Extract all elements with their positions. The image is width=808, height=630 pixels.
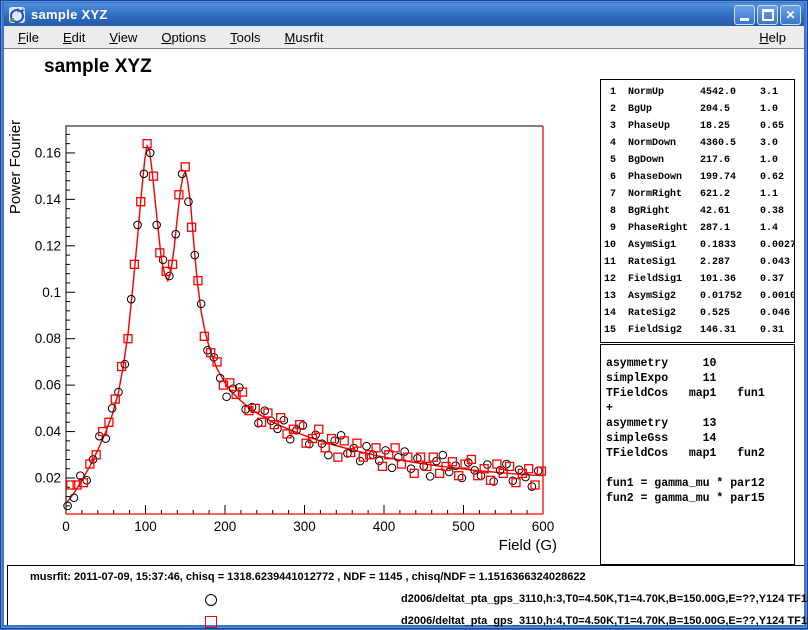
svg-text:0.08: 0.08 bbox=[35, 331, 61, 346]
menu-item-edit[interactable]: Edit bbox=[53, 28, 95, 47]
svg-text:0.1: 0.1 bbox=[42, 285, 61, 300]
svg-text:100: 100 bbox=[134, 519, 157, 534]
legend-marker-circle-icon bbox=[205, 594, 217, 606]
close-icon: ✕ bbox=[785, 9, 795, 21]
svg-text:0.06: 0.06 bbox=[35, 378, 61, 393]
minimize-button[interactable] bbox=[734, 5, 755, 25]
root-logo-leaf bbox=[10, 18, 14, 22]
svg-text:200: 200 bbox=[214, 519, 237, 534]
legend-label-h3: d2006/deltat_pta_gps_3110,h:3,T0=4.50K,T… bbox=[401, 593, 808, 605]
svg-text:0.16: 0.16 bbox=[35, 145, 61, 160]
fit-parameters-text: 1 NormUp 4542.0 3.1 2 BgUp 204.5 1.0 3 P… bbox=[604, 84, 794, 339]
theory-text: asymmetry 10 simplExpo 11 TFieldCos map1… bbox=[606, 356, 794, 506]
svg-text:0.04: 0.04 bbox=[35, 424, 62, 439]
svg-text:Power Fourier: Power Fourier bbox=[7, 120, 24, 214]
legend-label-h4: d2006/deltat_pta_gps_3110,h:4,T0=4.50K,T… bbox=[401, 615, 808, 627]
svg-text:0: 0 bbox=[62, 519, 70, 534]
fit-parameters-box: 1 NormUp 4542.0 3.1 2 BgUp 204.5 1.0 3 P… bbox=[600, 79, 795, 343]
window-controls: ✕ bbox=[734, 5, 801, 25]
status-legend-box: musrfit: 2011-07-09, 15:37:46, chisq = 1… bbox=[7, 565, 804, 625]
svg-text:500: 500 bbox=[452, 519, 475, 534]
svg-text:600: 600 bbox=[532, 519, 555, 534]
svg-text:400: 400 bbox=[373, 519, 396, 534]
close-button[interactable]: ✕ bbox=[780, 5, 801, 25]
musrfit-status: musrfit: 2011-07-09, 15:37:46, chisq = 1… bbox=[30, 571, 586, 583]
legend-marker-square-icon bbox=[205, 616, 217, 628]
window-title: sample XYZ bbox=[31, 7, 734, 22]
titlebar[interactable]: ++ sample XYZ ✕ bbox=[4, 3, 804, 26]
menu-item-view[interactable]: View bbox=[99, 28, 147, 47]
menu-item-help[interactable]: Help bbox=[749, 28, 796, 47]
legend-row: d2006/deltat_pta_gps_3110,h:4,T0=4.50K,T… bbox=[8, 614, 804, 630]
menubar: File Edit View Options Tools Musrfit Hel… bbox=[4, 26, 804, 49]
svg-text:300: 300 bbox=[293, 519, 316, 534]
app-window: ++ sample XYZ ✕ File Edit View Options T… bbox=[0, 0, 808, 629]
minimize-icon bbox=[740, 18, 749, 21]
theory-box: asymmetry 10 simplExpo 11 TFieldCos map1… bbox=[600, 344, 795, 565]
menu-item-file[interactable]: File bbox=[8, 28, 49, 47]
svg-text:0.12: 0.12 bbox=[35, 238, 61, 253]
maximize-icon bbox=[762, 9, 774, 21]
svg-text:0.14: 0.14 bbox=[35, 192, 62, 207]
menu-item-tools[interactable]: Tools bbox=[220, 28, 270, 47]
svg-text:0.02: 0.02 bbox=[35, 471, 61, 486]
canvas-area: sample XYZ 0.020.040.060.080.10.120.140.… bbox=[4, 49, 804, 625]
menu-item-options[interactable]: Options bbox=[151, 28, 216, 47]
maximize-button[interactable] bbox=[757, 5, 778, 25]
menu-item-musrfit[interactable]: Musrfit bbox=[275, 28, 334, 47]
root-logo-plusplus: ++ bbox=[16, 6, 25, 15]
svg-text:Field (G): Field (G) bbox=[499, 537, 557, 554]
legend-row: d2006/deltat_pta_gps_3110,h:3,T0=4.50K,T… bbox=[8, 592, 804, 608]
chart: 0.02 0.04 0.06 0.08 0.1 0.12 0.14 0.16 0 100 200 30… bbox=[4, 49, 604, 561]
root-logo-icon: ++ bbox=[9, 7, 25, 23]
